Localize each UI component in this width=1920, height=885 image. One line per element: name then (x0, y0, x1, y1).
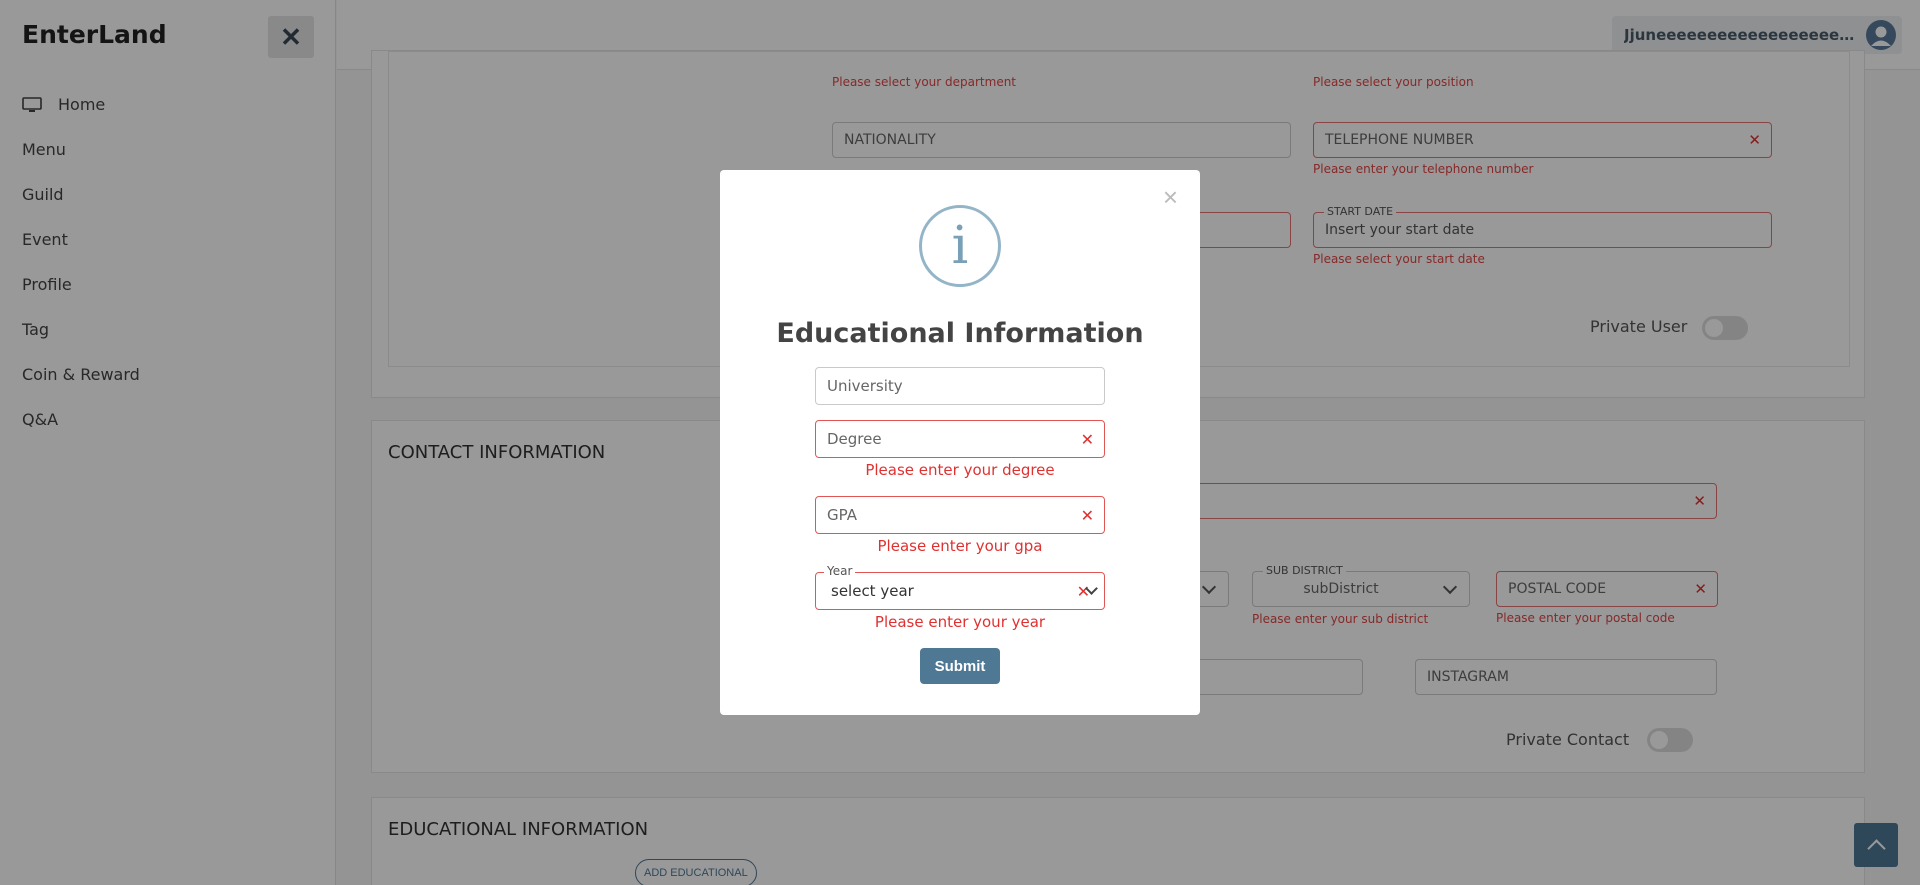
university-input[interactable]: University (815, 367, 1105, 405)
degree-error: Please enter your degree (865, 461, 1055, 479)
submit-button[interactable]: Submit (920, 648, 1000, 684)
gpa-error: Please enter your gpa (877, 537, 1043, 555)
error-icon: ✕ (1080, 505, 1094, 525)
gpa-placeholder: GPA (827, 506, 857, 524)
year-label: Year (824, 564, 856, 578)
modal-close-button[interactable]: × (1163, 184, 1178, 210)
info-icon: i (919, 205, 1001, 287)
university-placeholder: University (827, 377, 903, 395)
degree-placeholder: Degree (827, 430, 882, 448)
modal-title: Educational Information (776, 318, 1144, 349)
educational-info-modal: × i Educational Information University D… (720, 170, 1200, 715)
year-select[interactable]: Year select year ✕ (815, 564, 1105, 610)
degree-input[interactable]: Degree ✕ (815, 420, 1105, 458)
gpa-input[interactable]: GPA ✕ (815, 496, 1105, 534)
year-error: Please enter your year (874, 613, 1046, 631)
error-icon: ✕ (1080, 429, 1094, 449)
year-value: select year (831, 582, 914, 600)
